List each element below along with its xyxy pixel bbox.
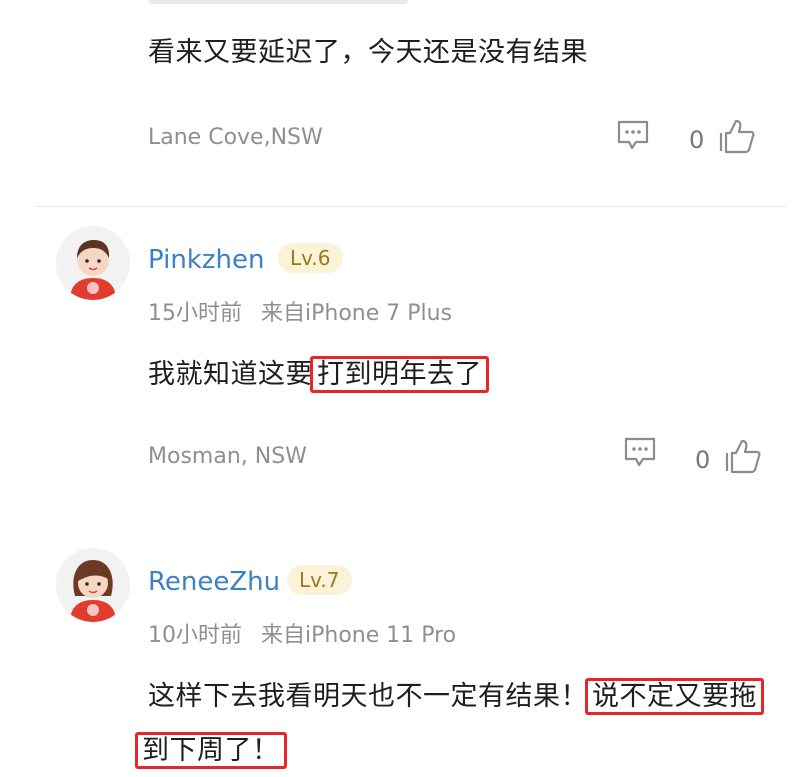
comment-divider [36, 206, 786, 207]
comment-text: 看来又要延迟了，今天还是没有结果 [148, 37, 588, 68]
comment-bubble-icon[interactable] [623, 437, 657, 467]
comment-device: 来自iPhone 7 Plus [261, 301, 453, 326]
comment-text: 这样下去我看明天也不一定有结果！ 说不定又要拖 [148, 674, 764, 715]
username[interactable]: ReneeZhu [148, 567, 280, 597]
like-count: 0 [689, 126, 705, 154]
comment-bubble-icon[interactable] [616, 120, 650, 150]
like-count: 0 [695, 446, 711, 474]
highlighted-text: 到下周了！ [135, 732, 287, 769]
highlighted-text: 打到明年去了 [310, 356, 489, 393]
avatar-boy-icon [56, 226, 130, 300]
comment-text-plain: 这样下去我看明天也不一定有结果！ [148, 681, 588, 712]
comment-text: 我就知道这要 打到明年去了 [148, 352, 489, 393]
thumbs-up-icon[interactable] [724, 438, 762, 474]
user-avatar[interactable] [56, 226, 130, 300]
comment-meta: 10小时前 来自iPhone 11 Pro [148, 617, 456, 649]
username[interactable]: Pinkzhen [148, 245, 264, 275]
thumbs-up-icon[interactable] [718, 118, 756, 154]
comment-time: 15小时前 [148, 301, 242, 326]
level-badge: Lv.7 [287, 565, 352, 595]
comment-location: Lane Cove,NSW [148, 125, 323, 150]
user-avatar[interactable] [56, 548, 130, 622]
previous-content-cutoff [148, 0, 408, 4]
highlighted-text: 说不定又要拖 [585, 678, 764, 715]
comment-location: Mosman, NSW [148, 444, 307, 469]
comment-device: 来自iPhone 11 Pro [261, 623, 457, 648]
comment-time: 10小时前 [148, 623, 242, 648]
comment-meta: 15小时前 来自iPhone 7 Plus [148, 295, 452, 327]
comment-text-plain: 我就知道这要 [148, 359, 313, 390]
comment-text-continued: 到下周了！ [135, 728, 287, 769]
level-badge: Lv.6 [278, 243, 343, 273]
avatar-girl-icon [56, 548, 130, 622]
